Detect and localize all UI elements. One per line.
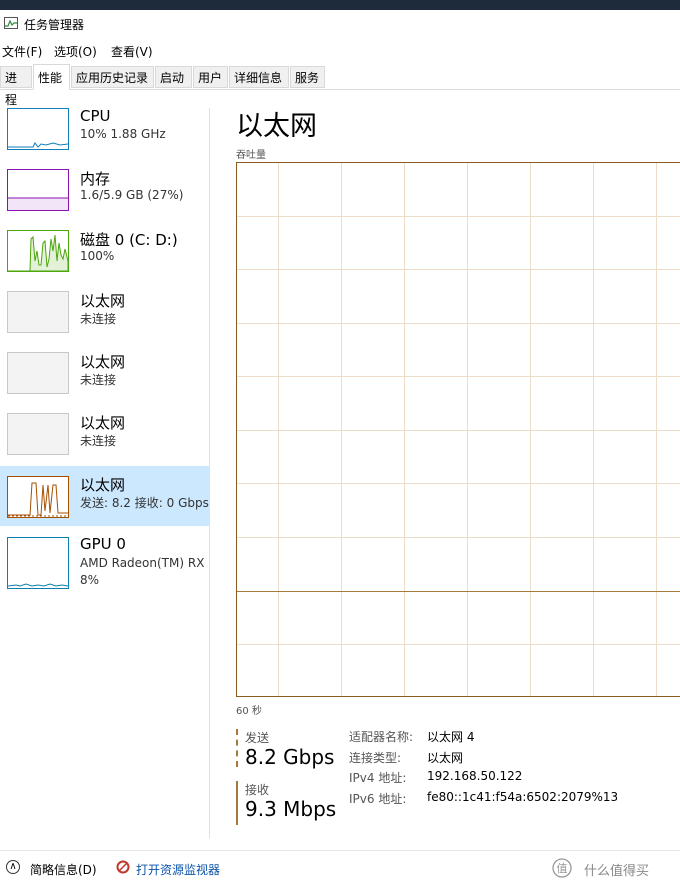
sidebar-item-subtitle: 1.6/5.9 GB (27%) xyxy=(80,188,184,202)
sidebar-item-ethernet-active[interactable]: 以太网 发送: 8.2 接收: 0 Gbps xyxy=(0,466,210,526)
sidebar-item-subtitle: 100% xyxy=(80,249,115,263)
receive-label: 接收 xyxy=(245,783,270,797)
ipv6-key: IPv6 地址: xyxy=(349,792,407,806)
ipv4-key: IPv4 地址: xyxy=(349,771,407,785)
open-resource-monitor-link[interactable]: 打开资源监视器 xyxy=(136,861,220,878)
menu-bar xyxy=(0,41,680,61)
sidebar-item-subtitle-2: 8% xyxy=(80,573,100,587)
footer-bar xyxy=(0,850,680,894)
watermark-text: 什么值得买 xyxy=(584,864,650,879)
adapter-name-key: 适配器名称: xyxy=(349,730,414,744)
menu-options[interactable]: 选项(O) xyxy=(54,43,97,60)
ipv4-value: 192.168.50.122 xyxy=(427,769,523,783)
window-title: 任务管理器 xyxy=(24,18,85,32)
throughput-label: 吞吐量 xyxy=(236,150,266,161)
resource-monitor-icon[interactable] xyxy=(116,860,130,874)
sidebar-item-title: GPU 0 xyxy=(80,535,126,553)
sidebar-item-title: CPU xyxy=(80,107,111,125)
send-label: 发送 xyxy=(245,731,270,745)
tab-users[interactable]: 用户 xyxy=(193,66,228,88)
time-axis-label: 60 秒 xyxy=(236,706,262,717)
receive-value: 9.3 Mbps xyxy=(245,797,337,821)
sidebar-item-ethernet[interactable]: 以太网 未连接 xyxy=(0,286,210,346)
page-title: 以太网 xyxy=(236,111,317,142)
receive-indicator xyxy=(236,781,238,825)
sidebar-item-subtitle: 未连接 xyxy=(80,312,117,326)
sidebar-item-disk[interactable]: 磁盘 0 (C: D:) 100% xyxy=(0,225,210,285)
ipv6-value: fe80::1c41:f54a:6502:2079%13 xyxy=(427,790,619,804)
connection-type-key: 连接类型: xyxy=(349,751,402,765)
sidebar-item-subtitle: 未连接 xyxy=(80,434,117,448)
grid-line xyxy=(237,430,680,431)
cpu-mini-graph xyxy=(7,108,69,150)
sidebar-item-title: 以太网 xyxy=(80,353,126,371)
tab-startup[interactable]: 启动 xyxy=(155,66,192,88)
tab-details[interactable]: 详细信息 xyxy=(229,66,289,88)
grid-line xyxy=(237,269,680,270)
collapse-icon[interactable]: ∧ xyxy=(6,860,20,874)
sidebar-item-subtitle: 10% 1.88 GHz xyxy=(80,127,166,141)
ethernet-mini-graph xyxy=(7,291,69,333)
ethernet-mini-graph xyxy=(7,413,69,455)
tab-app-history[interactable]: 应用历史记录 xyxy=(71,66,154,88)
send-indicator xyxy=(236,729,238,767)
grid-line xyxy=(237,376,680,377)
tab-services[interactable]: 服务 xyxy=(290,66,325,88)
sidebar-item-title: 内存 xyxy=(80,170,111,188)
tab-performance[interactable]: 性能 xyxy=(33,64,70,90)
menu-file[interactable]: 文件(F) xyxy=(2,43,42,60)
task-manager-icon xyxy=(4,17,18,29)
grid-line xyxy=(237,537,680,538)
throughput-graph xyxy=(236,162,680,697)
sidebar-item-memory[interactable]: 内存 1.6/5.9 GB (27%) xyxy=(0,164,210,224)
sidebar-item-gpu[interactable]: GPU 0 AMD Radeon(TM) RX 8% xyxy=(0,531,210,591)
ethernet-mini-graph xyxy=(7,352,69,394)
grid-line xyxy=(237,216,680,217)
grid-line xyxy=(237,323,680,324)
sidebar-item-title: 以太网 xyxy=(80,476,126,494)
adapter-name-value: 以太网 4 xyxy=(427,730,475,744)
sidebar-item-title: 磁盘 0 (C: D:) xyxy=(80,231,178,249)
sidebar-item-ethernet[interactable]: 以太网 未连接 xyxy=(0,347,210,407)
sidebar-item-ethernet[interactable]: 以太网 未连接 xyxy=(0,408,210,468)
sidebar-item-cpu[interactable]: CPU 10% 1.88 GHz xyxy=(0,103,210,163)
fewer-details-button[interactable]: 简略信息(D) xyxy=(30,861,97,878)
watermark-logo-icon: 值 xyxy=(552,858,572,878)
sidebar-item-subtitle: 发送: 8.2 接收: 0 Gbps xyxy=(80,496,209,510)
connection-type-value: 以太网 xyxy=(427,751,464,765)
sidebar-item-title: 以太网 xyxy=(80,414,126,432)
grid-line xyxy=(237,591,680,592)
sidebar-item-subtitle: 未连接 xyxy=(80,373,117,387)
menu-view[interactable]: 查看(V) xyxy=(111,43,153,60)
grid-line xyxy=(237,483,680,484)
sidebar-item-title: 以太网 xyxy=(80,292,126,310)
send-value: 8.2 Gbps xyxy=(245,745,335,769)
tab-processes[interactable]: 进程 xyxy=(0,66,32,107)
memory-mini-graph xyxy=(7,169,69,211)
ethernet-active-mini-graph xyxy=(7,476,69,518)
svg-text:值: 值 xyxy=(557,862,568,875)
top-strip xyxy=(0,0,680,10)
sidebar-item-subtitle: AMD Radeon(TM) RX xyxy=(80,556,205,570)
title-bar xyxy=(0,10,680,40)
disk-mini-graph xyxy=(7,230,69,272)
gpu-mini-graph xyxy=(7,537,69,589)
grid-line xyxy=(237,644,680,645)
